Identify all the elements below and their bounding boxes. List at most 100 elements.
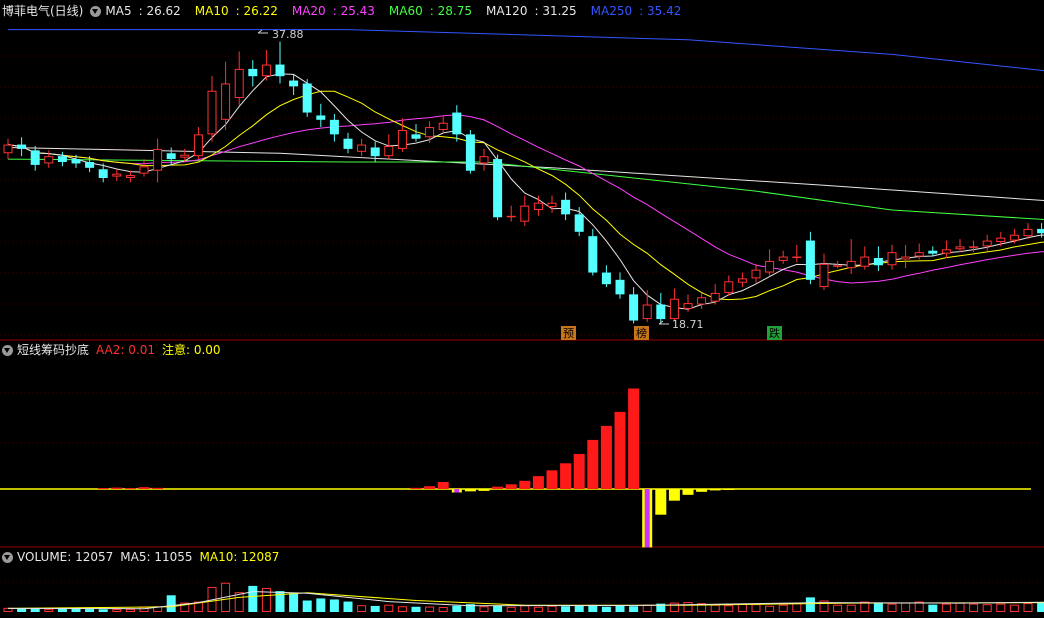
indicator-bar <box>614 411 626 489</box>
candlestick <box>139 159 149 177</box>
indicator-bar <box>668 489 680 501</box>
candlestick <box>982 234 992 251</box>
volume-bar <box>955 602 965 612</box>
stock-chart[interactable]: 37.88 18.71 预 榜 跌 <box>0 0 1044 618</box>
event-tag-die[interactable]: 跌 <box>769 326 780 340</box>
volume-bar <box>724 605 734 613</box>
candle-body <box>289 80 299 87</box>
candle-body <box>724 281 734 293</box>
candlestick <box>601 265 611 288</box>
indicator-bar <box>560 463 572 489</box>
candlestick <box>125 170 135 183</box>
candlestick <box>642 290 652 322</box>
candle-body <box>234 68 244 98</box>
grid-lines <box>0 55 1044 583</box>
volume-bar <box>1037 602 1044 612</box>
volume-bar <box>765 605 775 613</box>
volume-bar <box>629 606 639 612</box>
candlestick <box>343 132 353 154</box>
volume-bar <box>846 604 856 613</box>
candle-body <box>819 263 829 288</box>
volume-bars <box>3 582 1044 613</box>
candlestick <box>316 103 326 128</box>
volume-bar <box>751 604 761 613</box>
candle-body <box>85 162 95 168</box>
candlestick <box>289 74 299 96</box>
volume-bar <box>533 606 543 612</box>
volume-bar <box>302 600 312 612</box>
candlestick <box>697 292 707 309</box>
candlesticks[interactable] <box>3 41 1044 324</box>
volume-bar <box>44 608 54 612</box>
volume-bar <box>1009 604 1019 613</box>
candle-body <box>316 115 326 120</box>
indicator-bar <box>454 489 460 493</box>
candlestick <box>153 138 163 183</box>
candlestick <box>778 250 788 264</box>
volume-bar <box>71 608 81 612</box>
candlestick <box>221 61 231 130</box>
candle-body <box>479 156 489 164</box>
volume-bar <box>601 606 611 612</box>
candle-body <box>887 252 897 266</box>
candle-body <box>193 134 203 157</box>
indicator-bar <box>682 489 694 495</box>
event-tag-yu[interactable]: 预 <box>563 327 574 340</box>
indicator-bar <box>519 480 531 489</box>
volume-bar <box>166 595 176 612</box>
candlestick <box>30 146 40 171</box>
candle-body <box>180 154 190 158</box>
candlestick <box>805 231 815 285</box>
candle-body <box>914 252 924 257</box>
candle-body <box>329 119 339 135</box>
candlestick <box>329 114 339 142</box>
candlestick <box>112 169 122 181</box>
indicator-bar <box>478 489 490 491</box>
candlestick <box>465 130 475 174</box>
volume-bar <box>833 604 843 613</box>
indicator-bar <box>546 470 558 489</box>
candle-body <box>384 146 394 157</box>
candlestick <box>615 272 625 299</box>
indicator-bar <box>628 388 640 489</box>
volume-bar <box>479 606 489 612</box>
candlestick <box>275 41 285 84</box>
volume-bar <box>425 606 435 613</box>
candlestick <box>506 205 516 222</box>
candlestick <box>901 244 911 269</box>
ma5-line <box>7 73 1044 310</box>
candle-body <box>656 304 666 320</box>
candle-body <box>207 90 217 135</box>
candle-body <box>615 279 625 295</box>
volume-bar <box>901 602 911 612</box>
volume-bar <box>397 606 407 612</box>
candlestick <box>207 76 217 142</box>
volume-bar <box>969 603 979 613</box>
indicator-bar <box>152 487 164 489</box>
candle-body <box>493 159 503 218</box>
candle-body <box>370 147 380 157</box>
candlestick <box>887 244 897 270</box>
candle-body <box>533 202 543 211</box>
candle-body <box>261 64 271 77</box>
moving-average-lines <box>7 29 1044 310</box>
candle-body <box>3 144 13 154</box>
candle-body <box>275 64 285 77</box>
volume-bar <box>384 604 394 613</box>
volume-bar <box>316 598 326 612</box>
candle-body <box>547 202 557 208</box>
candlestick <box>656 292 666 324</box>
candle-body <box>574 214 584 232</box>
candle-body <box>669 298 679 320</box>
volume-bar <box>805 597 815 612</box>
high-price-marker: 37.88 <box>272 28 304 41</box>
event-tag-bang[interactable]: 榜 <box>636 326 647 340</box>
candle-body <box>969 246 979 248</box>
volume-bar <box>996 603 1006 613</box>
candle-body <box>71 159 81 164</box>
candle-body <box>17 144 27 149</box>
candle-body <box>996 237 1006 243</box>
volume-bar <box>370 605 380 612</box>
candle-body <box>520 205 530 222</box>
candle-body <box>465 134 475 171</box>
